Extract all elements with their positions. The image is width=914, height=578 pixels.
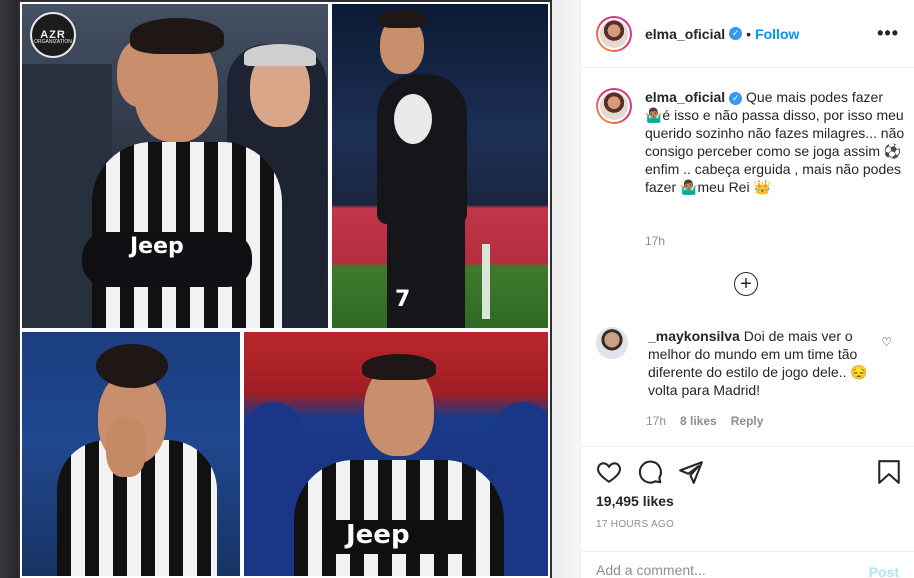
header-separator: • [746, 25, 752, 42]
commenter-avatar[interactable] [596, 327, 628, 359]
shirt-number: 7 [395, 287, 411, 312]
comment-body: _maykonsilva Doi de mais ver o melhor do… [648, 327, 878, 399]
add-comment-input[interactable] [596, 562, 846, 578]
post-header: elma_oficial ✓ • Follow ••• [581, 0, 914, 68]
jersey-sponsor-2: Jeep [346, 520, 410, 550]
commenter-username[interactable]: _maykonsilva [648, 328, 740, 344]
photo-panel-1: AZR ORGANIZATION Jeep [20, 2, 330, 330]
like-count[interactable]: 19,495 likes [596, 493, 674, 509]
author-avatar[interactable] [596, 15, 632, 52]
post-image[interactable]: AZR ORGANIZATION Jeep 7 Jeep [0, 0, 580, 578]
comment-likes[interactable]: 8 likes [680, 414, 717, 428]
verified-badge-icon: ✓ [729, 27, 743, 40]
image-right-edge [552, 0, 580, 578]
comment-timestamp[interactable]: 17h [646, 414, 666, 428]
photo-panel-2: 7 [330, 2, 550, 330]
share-icon[interactable] [678, 459, 704, 485]
load-more-comments-icon[interactable]: + [734, 272, 758, 296]
photo-panel-3 [20, 330, 242, 578]
post-comment-button[interactable]: Post [869, 564, 899, 578]
bookmark-icon[interactable] [877, 459, 901, 485]
image-left-edge [0, 0, 18, 578]
reply-button[interactable]: Reply [731, 414, 764, 428]
add-comment-section: Post [581, 551, 914, 578]
comment-item: _maykonsilva Doi de mais ver o melhor do… [596, 327, 906, 399]
heart-icon[interactable] [596, 459, 622, 485]
caption-username[interactable]: elma_oficial [645, 89, 725, 105]
post-sidebar: elma_oficial ✓ • Follow ••• elma_oficial… [580, 0, 914, 578]
action-icons [596, 459, 704, 485]
azr-logo-subtext: ORGANIZATION [34, 39, 72, 45]
caption-body: elma_oficial ✓ Que mais podes fazer 🤷🏽‍♂️… [645, 88, 906, 196]
caption-avatar[interactable] [596, 88, 632, 124]
photo-panel-4: Jeep [242, 330, 550, 578]
post-date[interactable]: 17 HOURS AGO [596, 519, 674, 530]
author-username[interactable]: elma_oficial [645, 26, 725, 42]
caption: elma_oficial ✓ Que mais podes fazer 🤷🏽‍♂️… [596, 88, 906, 196]
caption-timestamp[interactable]: 17h [645, 234, 665, 248]
jersey-sponsor-1: Jeep [130, 234, 184, 259]
caption-verified-icon: ✓ [729, 91, 743, 105]
follow-button[interactable]: Follow [755, 26, 799, 42]
comment-meta: 17h 8 likes Reply [646, 414, 763, 428]
azr-logo: AZR ORGANIZATION [30, 12, 76, 58]
comment-icon[interactable] [637, 459, 663, 485]
action-bar: 19,495 likes 17 HOURS AGO Post [581, 446, 914, 578]
more-options-icon[interactable]: ••• [877, 24, 899, 42]
comment-like-icon[interactable]: ♡ [881, 335, 892, 349]
